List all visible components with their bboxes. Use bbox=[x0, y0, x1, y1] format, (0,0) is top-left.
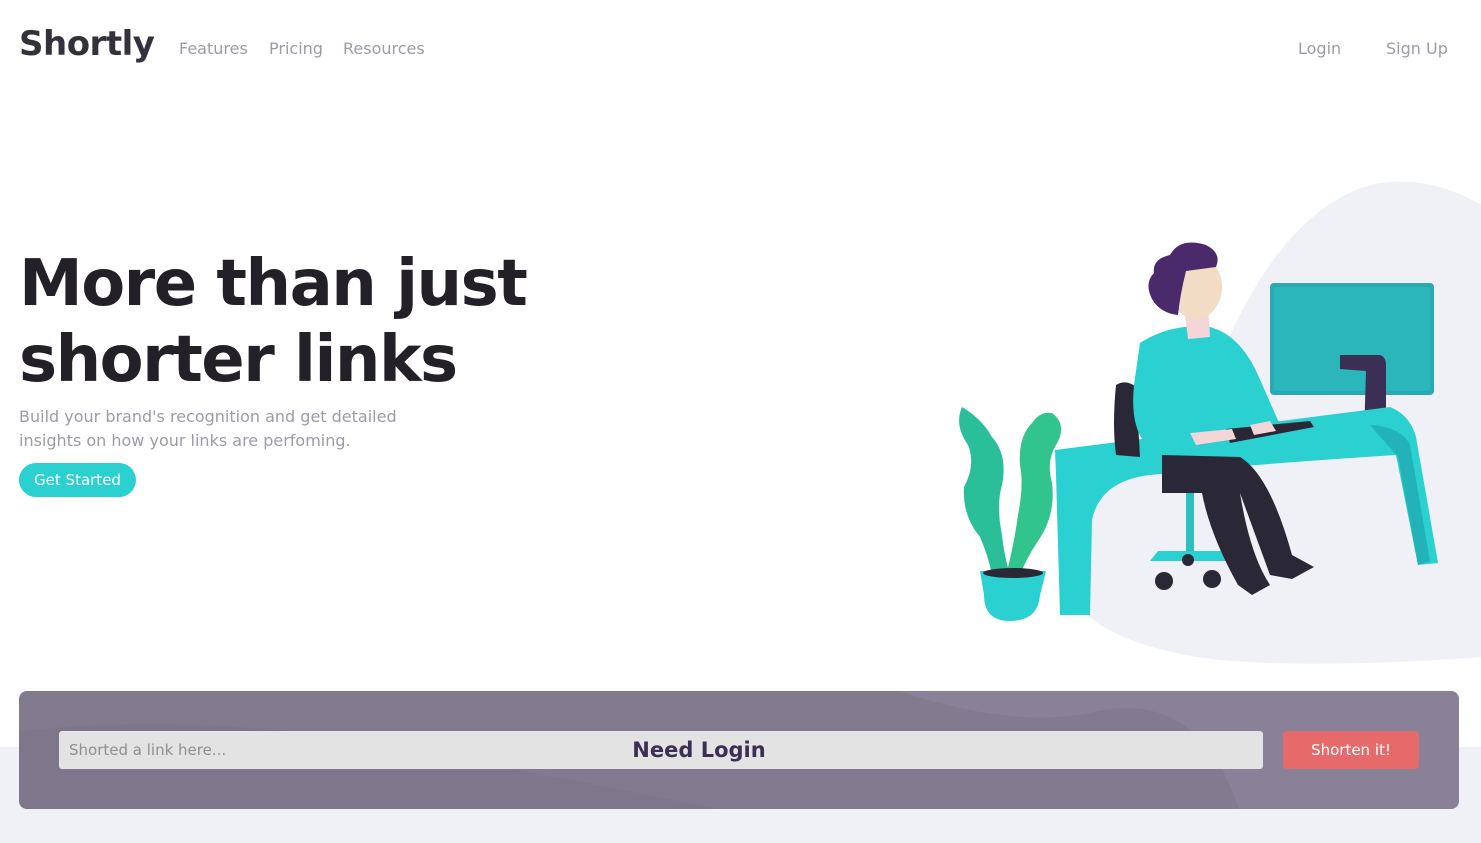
get-started-button[interactable]: Get Started bbox=[19, 463, 136, 497]
nav-features-link[interactable]: Features bbox=[179, 39, 248, 58]
hero-subtitle-line1: Build your brand's recognition and get d… bbox=[19, 407, 397, 426]
shorten-it-button[interactable]: Shorten it! bbox=[1283, 731, 1419, 769]
logo[interactable]: Shortly bbox=[19, 24, 155, 64]
chair-post bbox=[1186, 493, 1194, 553]
plant-pot bbox=[980, 571, 1046, 621]
top-nav: Shortly Features Pricing Resources Login… bbox=[0, 0, 1481, 96]
nav-pricing-link[interactable]: Pricing bbox=[269, 39, 323, 58]
plant-leaf-right bbox=[1006, 412, 1062, 575]
person-working-illustration bbox=[959, 181, 1481, 664]
shorten-link-input[interactable] bbox=[59, 731, 1263, 769]
nav-resources-link[interactable]: Resources bbox=[343, 39, 425, 58]
hero-title-line1: More than just bbox=[19, 247, 528, 321]
hero-title: More than just shorter links bbox=[19, 246, 579, 398]
hero-subtitle-line2: insights on how your links are perfoming… bbox=[19, 431, 351, 450]
landing-page: Shortly Features Pricing Resources Login… bbox=[0, 0, 1481, 843]
hero-title-line2: shorter links bbox=[19, 323, 458, 397]
plant-leaf-left bbox=[959, 407, 1010, 575]
nav-login-link[interactable]: Login bbox=[1298, 39, 1341, 58]
nav-signup-link[interactable]: Sign Up bbox=[1386, 39, 1448, 58]
shorten-panel: Need Login Shorten it! bbox=[19, 691, 1459, 809]
hero-subtitle: Build your brand's recognition and get d… bbox=[19, 405, 419, 453]
